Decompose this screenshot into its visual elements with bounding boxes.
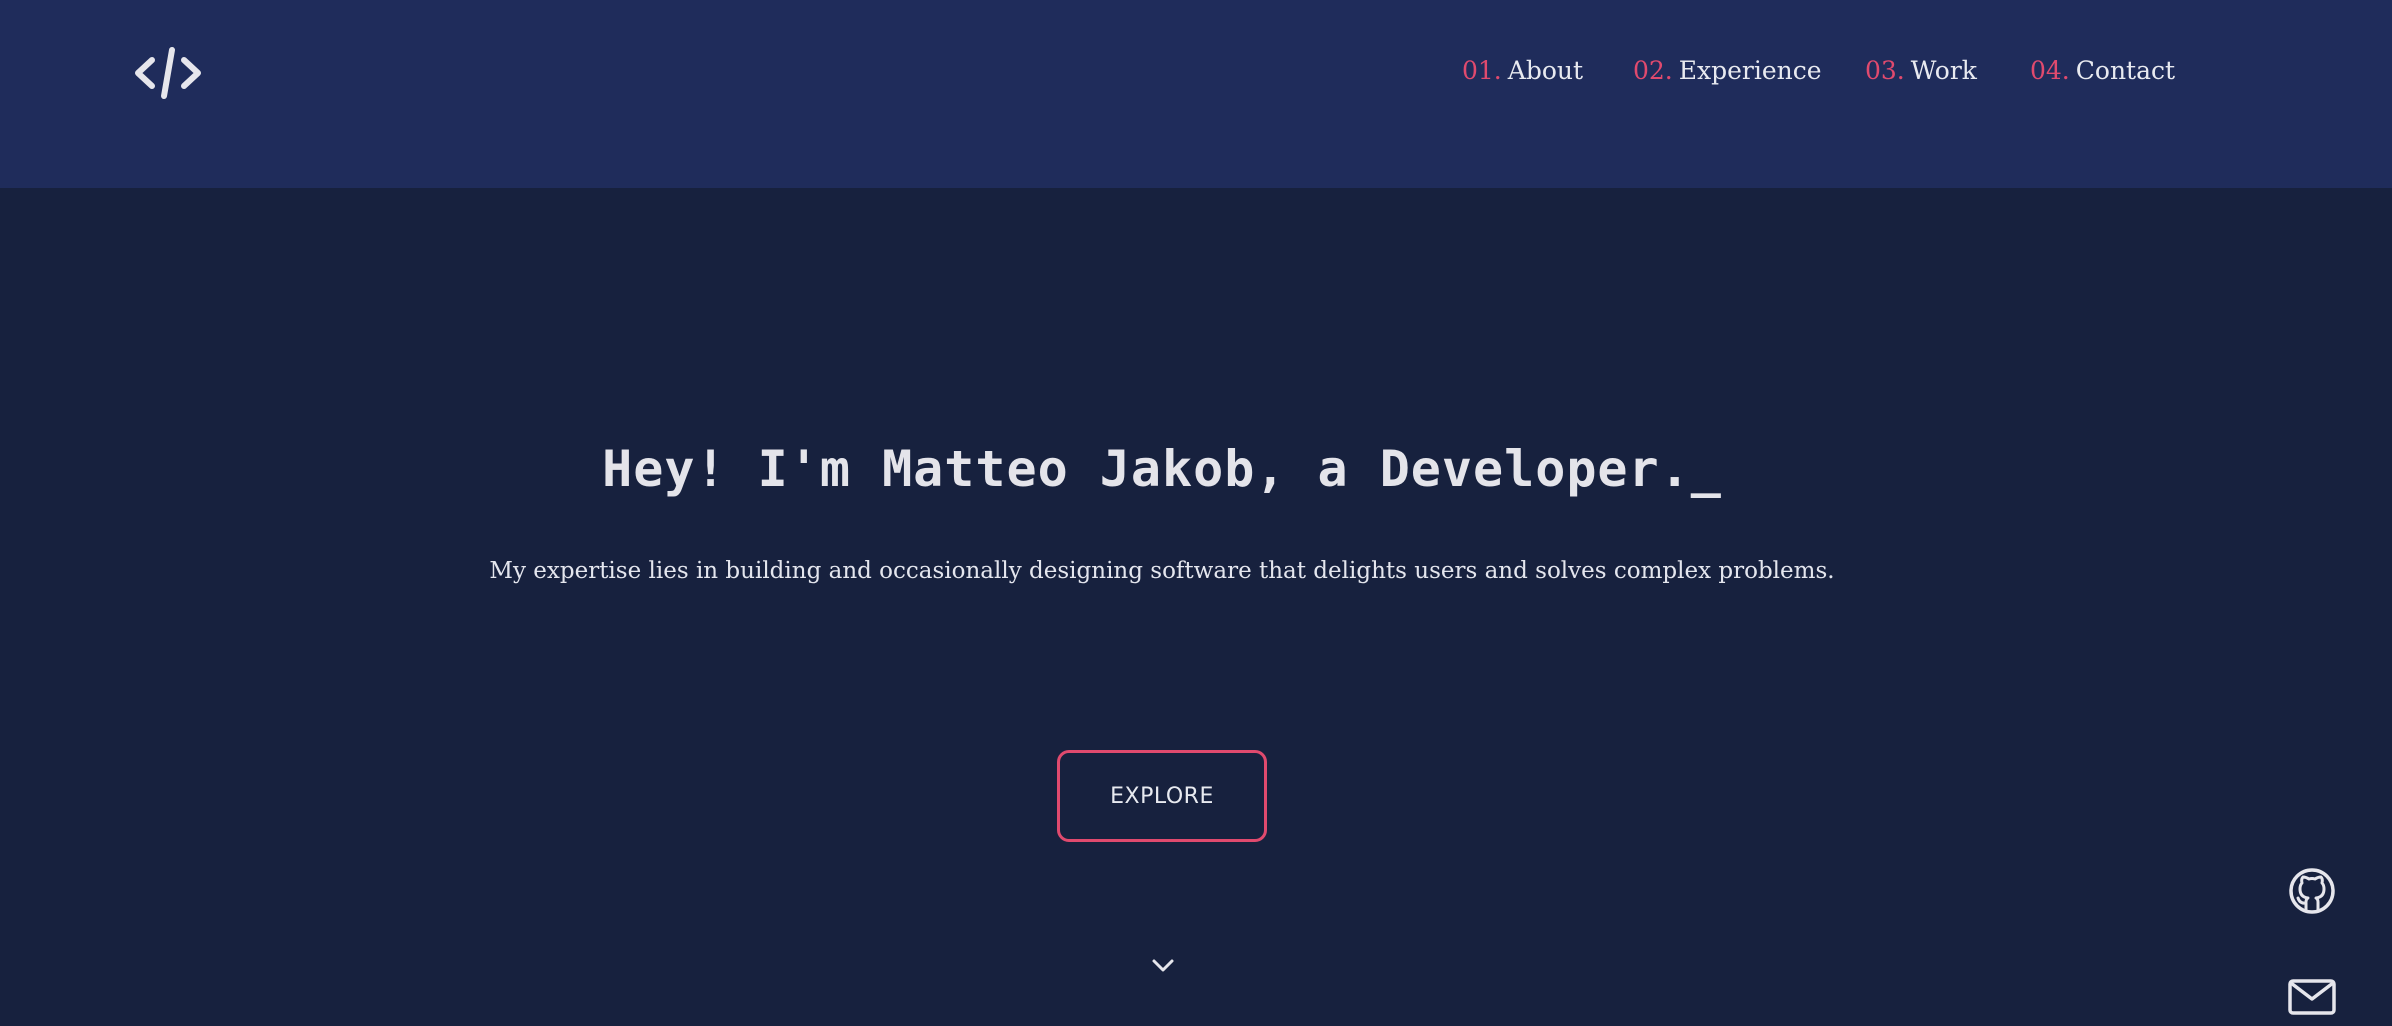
hero-subtitle: My expertise lies in building and occasi… xyxy=(489,558,1835,584)
nav-link-number: 01. xyxy=(1462,56,1502,85)
nav-link-about[interactable]: 01. About xyxy=(1462,56,1583,85)
nav-link-number: 04. xyxy=(2030,56,2070,85)
chevron-down-icon[interactable] xyxy=(1151,958,1175,974)
mail-icon[interactable] xyxy=(2287,978,2337,1016)
navbar: 01. About 02. Experience 03. Work 04. Co… xyxy=(0,0,2392,188)
nav-link-label: Experience xyxy=(1678,56,1822,85)
nav-link-contact[interactable]: 04. Contact xyxy=(2030,56,2175,85)
explore-button[interactable]: EXPLORE xyxy=(1057,750,1267,842)
nav-link-number: 03. xyxy=(1865,56,1905,85)
nav-link-label: Contact xyxy=(2075,56,2176,85)
hero-title: Hey! I'm Matteo Jakob, a Developer._ xyxy=(602,440,1722,498)
nav-link-work[interactable]: 03. Work xyxy=(1865,56,1977,85)
nav-link-number: 02. xyxy=(1633,56,1673,85)
nav-link-experience[interactable]: 02. Experience xyxy=(1633,56,1822,85)
nav-link-label: About xyxy=(1507,56,1584,85)
github-icon[interactable] xyxy=(2287,866,2337,916)
code-brackets-icon[interactable] xyxy=(134,46,202,100)
nav-link-label: Work xyxy=(1910,56,1977,85)
